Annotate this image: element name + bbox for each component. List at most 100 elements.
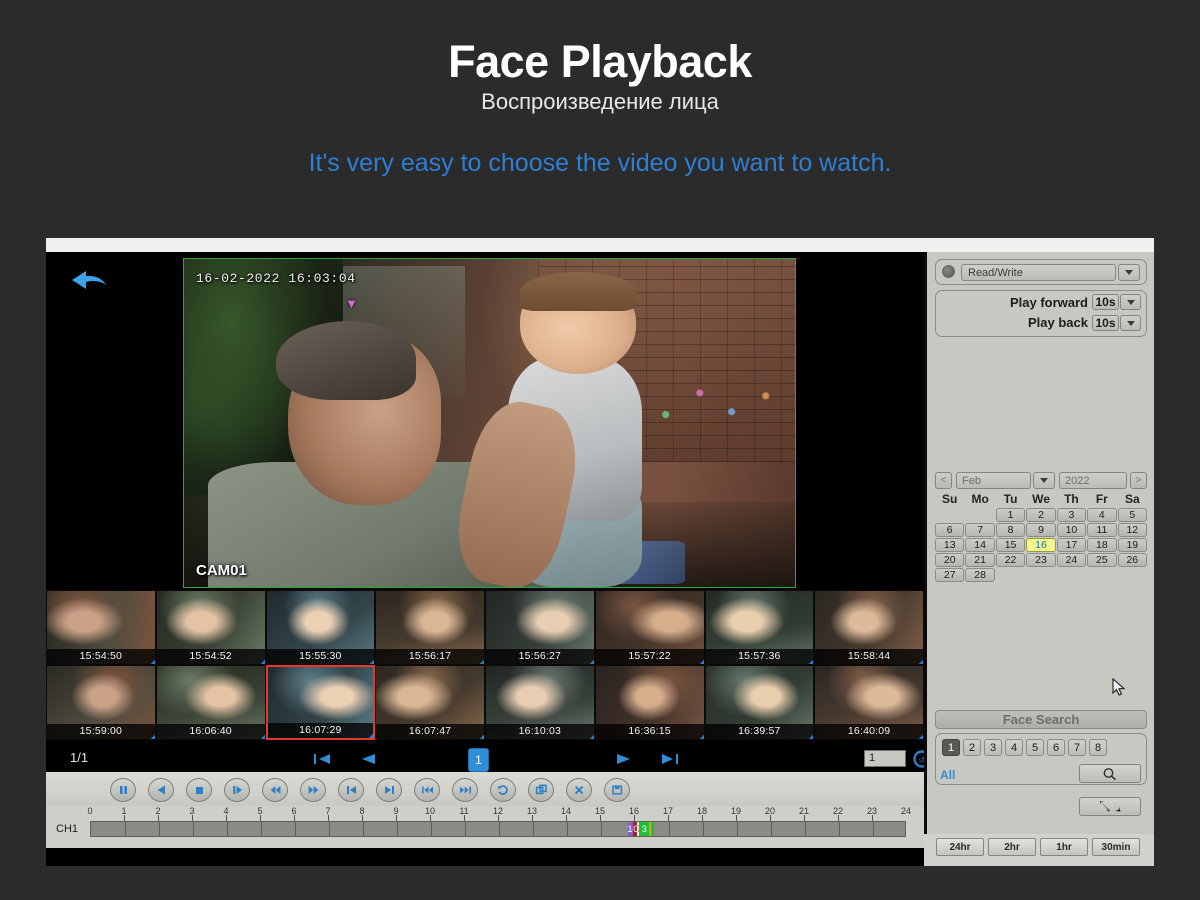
calendar-day[interactable]: 22	[996, 553, 1025, 567]
calendar-day[interactable]: 28	[965, 568, 994, 582]
loop-icon[interactable]	[490, 778, 516, 802]
storage-mode-field[interactable]: Read/Write	[961, 264, 1116, 281]
channel-button-7[interactable]: 7	[1068, 739, 1086, 756]
calendar-day[interactable]: 25	[1087, 553, 1116, 567]
calendar-day[interactable]: 26	[1118, 553, 1147, 567]
face-thumbnail[interactable]: 16:36:15	[595, 665, 705, 740]
calendar-day[interactable]: 2	[1026, 508, 1055, 522]
calendar-day[interactable]: 20	[935, 553, 964, 567]
channel-button-5[interactable]: 5	[1026, 739, 1044, 756]
pause-icon[interactable]	[110, 778, 136, 802]
face-thumbnail[interactable]: 15:54:50	[46, 590, 156, 665]
calendar-day[interactable]: 21	[965, 553, 994, 567]
calendar-month-field[interactable]: Feb	[956, 472, 1031, 489]
rewind-icon[interactable]	[262, 778, 288, 802]
calendar-day[interactable]: 5	[1118, 508, 1147, 522]
face-thumbnail[interactable]: 15:55:30	[266, 590, 376, 665]
clip-icon[interactable]	[528, 778, 554, 802]
channel-button-6[interactable]: 6	[1047, 739, 1065, 756]
play-back-dropdown[interactable]	[1120, 315, 1141, 331]
play-reverse-icon[interactable]	[148, 778, 174, 802]
calendar-day[interactable]: 27	[935, 568, 964, 582]
face-thumbnail[interactable]: 16:10:03	[485, 665, 595, 740]
prev-page-icon[interactable]	[356, 749, 378, 769]
first-page-icon[interactable]	[311, 749, 333, 769]
calendar-prev-month-button[interactable]: <	[935, 472, 952, 489]
page-number-input[interactable]: 1	[864, 750, 906, 767]
close-icon[interactable]	[566, 778, 592, 802]
video-frame[interactable]: 16-02-2022 16:03:04 ▼ CAM01	[183, 258, 796, 588]
calendar-day[interactable]: 13	[935, 538, 964, 552]
face-thumbnail[interactable]: 16:39:57	[705, 665, 815, 740]
timeline-recording-segment[interactable]	[652, 822, 654, 836]
calendar-day[interactable]: 8	[996, 523, 1025, 537]
timeline-zoom-24hr[interactable]: 24hr	[936, 838, 984, 856]
face-thumbnail[interactable]: 15:57:22	[595, 590, 705, 665]
radio-selected-icon[interactable]	[942, 265, 955, 278]
next-section-icon[interactable]	[376, 778, 402, 802]
calendar-day[interactable]: 19	[1118, 538, 1147, 552]
calendar-day[interactable]: 12	[1118, 523, 1147, 537]
fast-forward-icon[interactable]	[300, 778, 326, 802]
skip-forward-icon[interactable]	[452, 778, 478, 802]
calendar-day[interactable]: 17	[1057, 538, 1086, 552]
next-page-icon[interactable]	[614, 749, 636, 769]
calendar-month-dropdown[interactable]	[1033, 472, 1055, 489]
calendar-day[interactable]: 16	[1026, 538, 1055, 552]
select-all-channels-link[interactable]: All	[940, 768, 955, 782]
face-thumbnail[interactable]: 15:56:17	[375, 590, 485, 665]
calendar-next-month-button[interactable]: >	[1130, 472, 1147, 489]
calendar-day[interactable]: 24	[1057, 553, 1086, 567]
face-search-button[interactable]	[1079, 764, 1141, 783]
timeline-zoom-30min[interactable]: 30min	[1092, 838, 1140, 856]
save-icon[interactable]	[604, 778, 630, 802]
face-thumbnail[interactable]: 15:57:36	[705, 590, 815, 665]
calendar-day[interactable]: 9	[1026, 523, 1055, 537]
calendar-day[interactable]: 10	[1057, 523, 1086, 537]
calendar-day[interactable]: 4	[1087, 508, 1116, 522]
calendar-day[interactable]: 1	[996, 508, 1025, 522]
play-back-value[interactable]: 10s	[1092, 315, 1119, 331]
storage-dropdown-button[interactable]	[1118, 264, 1140, 281]
face-thumbnail[interactable]: 16:07:47	[375, 665, 485, 740]
channel-button-1[interactable]: 1	[942, 739, 960, 756]
play-frame-icon[interactable]	[224, 778, 250, 802]
calendar-day[interactable]: 6	[935, 523, 964, 537]
calendar-day[interactable]: 18	[1087, 538, 1116, 552]
current-page-indicator[interactable]: 1	[468, 748, 489, 772]
timeline-zoom-2hr[interactable]: 2hr	[988, 838, 1036, 856]
channel-button-8[interactable]: 8	[1089, 739, 1107, 756]
calendar-day[interactable]: 23	[1026, 553, 1055, 567]
calendar-dow-header: Su	[935, 492, 964, 507]
calendar-year-field[interactable]: 2022	[1059, 472, 1127, 489]
face-thumbnail[interactable]: 16:07:29	[266, 665, 376, 740]
play-forward-dropdown[interactable]	[1120, 294, 1141, 310]
calendar-day[interactable]: 15	[996, 538, 1025, 552]
timeline-recording-segment[interactable]	[649, 822, 651, 836]
calendar-day[interactable]: 3	[1057, 508, 1086, 522]
skip-back-icon[interactable]	[414, 778, 440, 802]
face-thumbnail[interactable]: 15:58:44	[814, 590, 924, 665]
face-thumbnail[interactable]: 15:59:00	[46, 665, 156, 740]
back-arrow-icon[interactable]	[68, 266, 110, 296]
face-thumbnail[interactable]: 16:40:09	[814, 665, 924, 740]
calendar-dow-header: Th	[1057, 492, 1086, 507]
prev-section-icon[interactable]	[338, 778, 364, 802]
face-thumbnail[interactable]: 15:56:27	[485, 590, 595, 665]
play-forward-value[interactable]: 10s	[1092, 294, 1119, 310]
timeline-track[interactable]: 16073	[90, 821, 906, 837]
calendar-day[interactable]: 14	[965, 538, 994, 552]
face-thumbnail[interactable]: 16:06:40	[156, 665, 266, 740]
timeline-hour-divider	[329, 822, 330, 836]
timeline-zoom-1hr[interactable]: 1hr	[1040, 838, 1088, 856]
last-page-icon[interactable]	[659, 749, 681, 769]
channel-button-2[interactable]: 2	[963, 739, 981, 756]
channel-button-4[interactable]: 4	[1005, 739, 1023, 756]
channel-button-3[interactable]: 3	[984, 739, 1002, 756]
stop-icon[interactable]	[186, 778, 212, 802]
face-thumbnail[interactable]: 15:54:52	[156, 590, 266, 665]
timeline-recording-segment[interactable]: 3	[639, 822, 649, 836]
calendar-day[interactable]: 11	[1087, 523, 1116, 537]
swap-view-button[interactable]	[1079, 797, 1141, 816]
calendar-day[interactable]: 7	[965, 523, 994, 537]
